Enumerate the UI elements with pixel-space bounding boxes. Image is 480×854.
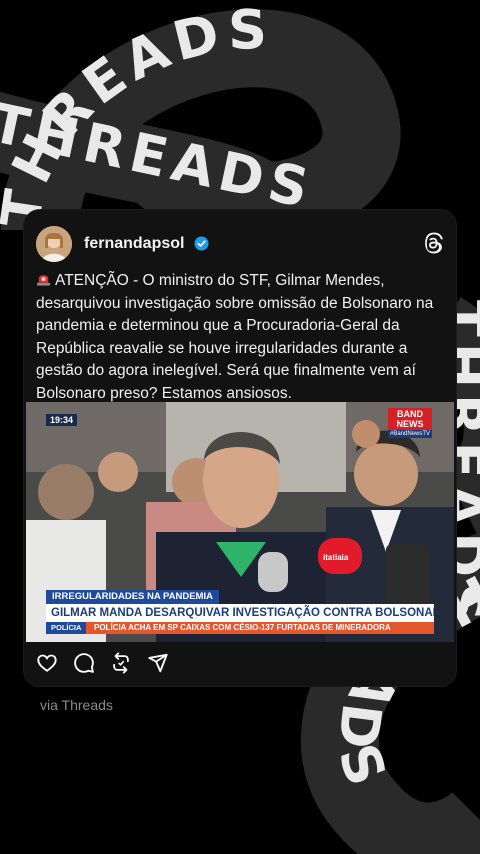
video-time: 19:34 — [46, 414, 78, 426]
channel-logo-title: BAND NEWS — [388, 408, 432, 430]
ticker-category: POLÍCIA — [46, 622, 87, 634]
mic-label: itatiaia — [323, 553, 349, 562]
post-video-frame[interactable]: itatiaia 19:34 BAND NEWS #BandNewsTV IRR… — [26, 402, 454, 642]
share-icon — [148, 653, 168, 673]
comment-icon — [74, 653, 94, 673]
repost-button[interactable] — [110, 652, 132, 674]
channel-logo-handle: #BandNewsTV — [388, 430, 432, 438]
like-button[interactable] — [36, 652, 58, 674]
via-threads-caption: via Threads — [40, 697, 113, 713]
channel-logo: BAND NEWS #BandNewsTV — [388, 408, 432, 438]
threads-logo-icon[interactable] — [422, 232, 444, 254]
avatar[interactable] — [36, 226, 72, 262]
post-text: ATENÇÃO - O ministro do STF, Gilmar Mend… — [36, 270, 444, 405]
post-header: fernandapsol — [36, 224, 444, 264]
news-tag: IRREGULARIDADES NA PANDEMIA — [46, 590, 219, 604]
news-headline: GILMAR MANDA DESARQUIVAR INVESTIGAÇÃO CO… — [46, 604, 434, 622]
share-button[interactable] — [147, 652, 169, 674]
news-ticker: POLÍCIA POLÍCIA ACHA EM SP CAIXAS COM CÉ… — [46, 622, 434, 634]
news-lower-third: IRREGULARIDADES NA PANDEMIA GILMAR MANDA… — [26, 590, 454, 634]
ticker-text: POLÍCIA ACHA EM SP CAIXAS COM CÉSIO-137 … — [94, 623, 391, 632]
heart-icon — [37, 654, 57, 672]
siren-emoji-icon — [36, 275, 51, 286]
username[interactable]: fernandapsol — [84, 235, 184, 253]
comment-button[interactable] — [73, 652, 95, 674]
verified-badge-icon — [194, 236, 209, 251]
post-body: ATENÇÃO - O ministro do STF, Gilmar Mend… — [36, 272, 434, 402]
threads-post-card: fernandapsol ATENÇÃO - O ministro do STF… — [24, 210, 456, 686]
repost-icon — [113, 652, 129, 674]
